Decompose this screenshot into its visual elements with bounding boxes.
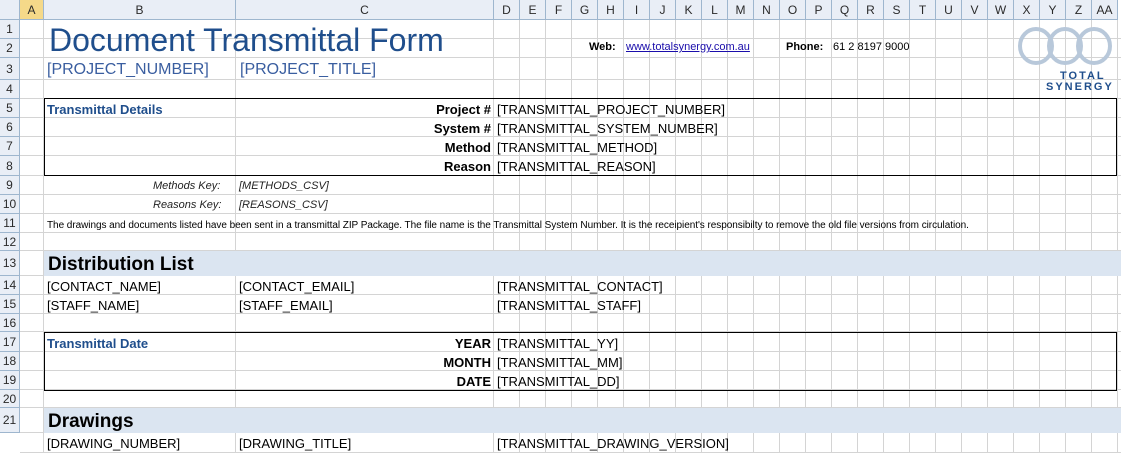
staff-email: [STAFF_EMAIL] [239,298,333,313]
staff-name: [STAFF_NAME] [47,298,140,313]
row-header-18[interactable]: 18 [0,352,20,371]
date-label: DATE [456,374,491,389]
column-header-z[interactable]: Z [1066,0,1092,20]
column-header-l[interactable]: L [702,0,728,20]
row-header-19[interactable]: 19 [0,371,20,390]
row-header-13[interactable]: 13 [0,251,20,276]
phone-label: Phone: [786,41,824,53]
column-header-y[interactable]: Y [1040,0,1066,20]
column-header-i[interactable]: I [624,0,650,20]
column-header-k[interactable]: K [676,0,702,20]
total-synergy-logo [1018,27,1112,65]
details-label: System # [433,121,491,136]
drawing-version: [TRANSMITTAL_DRAWING_VERSION] [497,436,729,451]
column-header-d[interactable]: D [494,0,520,20]
date-value: [TRANSMITTAL_DD] [497,374,620,389]
details-value: [TRANSMITTAL_REASON] [497,159,656,174]
row-header-14[interactable]: 14 [0,276,20,295]
web-link[interactable]: www.totalsynergy.com.au [626,42,750,53]
row-header-7[interactable]: 7 [0,137,20,156]
transmittal-date-heading: Transmittal Date [47,336,149,351]
column-header-t[interactable]: T [910,0,936,20]
column-header-q[interactable]: Q [832,0,858,20]
date-value: [TRANSMITTAL_MM] [497,355,623,370]
select-all-corner[interactable] [0,0,20,20]
methods-key-label: Methods Key: [153,180,221,192]
details-label: Method [444,140,491,155]
spreadsheet[interactable]: A B C D E F G H I J K L M N O P Q R S T U V W X Y Z AA 1 2 3 4 5 6 7 8 9 10… [0,0,1121,453]
form-title: Document Transmittal Form [49,22,444,58]
logo-text-synergy: SYNERGY [1046,81,1114,93]
distribution-band [44,251,1121,276]
column-header-v[interactable]: V [962,0,988,20]
row-header-3[interactable]: 3 [0,58,20,80]
row-header-4[interactable]: 4 [0,80,20,99]
column-header-h[interactable]: H [598,0,624,20]
date-label: YEAR [454,336,491,351]
column-header-aa[interactable]: AA [1092,0,1118,20]
project-number: [PROJECT_NUMBER] [47,61,209,78]
column-header-j[interactable]: J [650,0,676,20]
column-header-f[interactable]: F [546,0,572,20]
column-header-n[interactable]: N [754,0,780,20]
column-header-g[interactable]: G [572,0,598,20]
row-header-8[interactable]: 8 [0,156,20,176]
column-header-e[interactable]: E [520,0,546,20]
column-header-a[interactable]: A [20,0,44,20]
row-header-9[interactable]: 9 [0,176,20,195]
row-header-1[interactable]: 1 [0,20,20,39]
column-header-r[interactable]: R [858,0,884,20]
transmittal-note: The drawings and documents listed have b… [47,220,969,231]
row-header-12[interactable]: 12 [0,233,20,251]
phone-value: 61 2 8197 9000 [833,41,910,53]
transmittal-contact: [TRANSMITTAL_CONTACT] [497,279,663,294]
row-header-15[interactable]: 15 [0,295,20,314]
transmittal-details-heading: Transmittal Details [47,102,163,117]
row-header-5[interactable]: 5 [0,99,20,118]
details-value: [TRANSMITTAL_METHOD] [497,140,658,155]
details-label: Reason [444,159,491,174]
column-header-o[interactable]: O [780,0,806,20]
contact-name: [CONTACT_NAME] [47,279,161,294]
reasons-key-label: Reasons Key: [153,199,222,211]
contact-email: [CONTACT_EMAIL] [239,279,355,294]
transmittal-staff: [TRANSMITTAL_STAFF] [497,298,641,313]
web-label: Web: [589,41,616,53]
column-header-s[interactable]: S [884,0,910,20]
row-header-20[interactable]: 20 [0,390,20,408]
drawings-heading: Drawings [48,411,134,432]
row-header-6[interactable]: 6 [0,118,20,137]
project-title: [PROJECT_TITLE] [240,61,377,78]
row-header-11[interactable]: 11 [0,214,20,233]
row-header-21[interactable]: 21 [0,408,20,433]
column-header-b[interactable]: B [44,0,236,20]
row-header-17[interactable]: 17 [0,332,20,352]
drawing-number: [DRAWING_NUMBER] [47,436,181,451]
column-header-m[interactable]: M [728,0,754,20]
drawings-band [44,408,1121,433]
date-label: MONTH [443,355,491,370]
methods-key-value: [METHODS_CSV] [239,180,329,192]
row-header-16[interactable]: 16 [0,314,20,332]
details-label: Project # [436,102,491,117]
column-header-c[interactable]: C [236,0,494,20]
details-value: [TRANSMITTAL_SYSTEM_NUMBER] [497,121,718,136]
column-header-p[interactable]: P [806,0,832,20]
column-header-u[interactable]: U [936,0,962,20]
row-header-2[interactable]: 2 [0,39,20,58]
date-value: [TRANSMITTAL_YY] [497,336,619,351]
reasons-key-value: [REASONS_CSV] [239,199,328,211]
row-header-10[interactable]: 10 [0,195,20,214]
details-value: [TRANSMITTAL_PROJECT_NUMBER] [497,102,726,117]
distribution-heading: Distribution List [48,254,194,275]
column-header-w[interactable]: W [988,0,1014,20]
drawing-title: [DRAWING_TITLE] [239,436,352,451]
column-header-x[interactable]: X [1014,0,1040,20]
